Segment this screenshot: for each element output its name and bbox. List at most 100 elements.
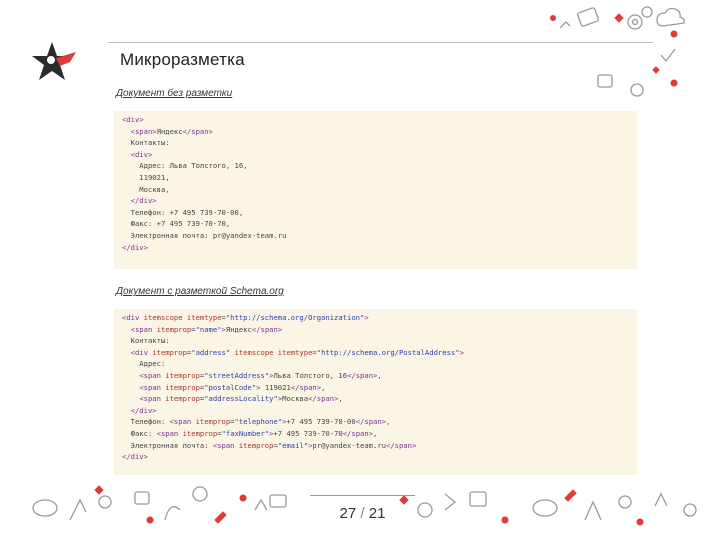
code-line: <span itemprop="name">Яндекс</span>	[122, 324, 637, 336]
code-token: itemprop	[156, 324, 192, 334]
code-token: Москва,	[122, 184, 170, 194]
code-token: </span>	[308, 394, 339, 404]
code-token: +7 495 739-70-70	[273, 428, 343, 438]
code-block-plain: <div> <span>Яндекс</span> Контакты: <div…	[114, 111, 637, 269]
code-token: "email"	[277, 440, 309, 450]
code-token: <span	[169, 417, 196, 427]
code-token: ,	[386, 417, 391, 427]
code-line: Адрес:	[122, 358, 637, 370]
code-token: </div>	[122, 452, 148, 462]
code-token: Телефон: +7 495 739-70-00,	[122, 207, 244, 217]
code-line: Москва,	[122, 184, 637, 196]
code-token: itemprop	[195, 417, 231, 427]
code-line: Электронная почта: pr@yandex-team.ru	[122, 230, 637, 242]
code-line: <div>	[122, 114, 637, 126]
code-token: <span	[139, 394, 166, 404]
code-token: <div>	[130, 149, 153, 159]
code-line: Контакты:	[122, 137, 637, 149]
code-token: <div>	[122, 115, 144, 124]
code-block-schema: <div itemscope itemtype="http://schema.o…	[114, 309, 637, 475]
code-token: </div>	[122, 242, 148, 252]
code-token: >	[459, 347, 464, 357]
code-token: Адрес:	[122, 359, 166, 369]
star-logo-icon	[32, 42, 76, 80]
code-token: <div	[130, 347, 153, 357]
code-token: <span	[130, 324, 157, 334]
code-token: ,	[321, 382, 326, 392]
decorative-doodles-top	[550, 6, 685, 97]
code-token: </span>	[347, 370, 378, 380]
code-token: "streetAddress"	[204, 370, 270, 380]
code-token: <span>	[130, 126, 157, 136]
code-token: ,	[377, 370, 382, 380]
code-line: Электронная почта: <span itemprop="email…	[122, 440, 637, 452]
section-label-schema: Документ с разметкой Schema.org	[116, 286, 284, 297]
page-title: Микроразметка	[120, 50, 245, 69]
code-token: Электронная почта:	[122, 440, 213, 450]
code-token: itemprop	[165, 394, 200, 404]
code-line: Телефон: +7 495 739-70-00,	[122, 207, 637, 219]
code-token: </span>	[182, 126, 213, 136]
code-token: "telephone"	[234, 417, 283, 427]
code-token: <span	[212, 440, 239, 450]
code-token: itemprop	[165, 370, 200, 380]
code-token: pr@yandex-team.ru	[312, 440, 386, 450]
code-token: itemscope itemtype	[143, 313, 222, 322]
code-token: itemprop	[238, 440, 274, 450]
code-token: <span	[139, 370, 166, 380]
code-token: <span	[139, 382, 166, 392]
code-token: "http://schema.org/PostalAddress"	[316, 347, 460, 357]
code-token: <span	[156, 428, 183, 438]
code-line: Контакты:	[122, 335, 637, 347]
code-line: </div>	[122, 405, 637, 417]
code-token: </span>	[386, 440, 417, 450]
page-counter: 27 / 21	[310, 505, 415, 522]
code-token: itemscope itemtype	[234, 347, 313, 357]
code-token: itemprop	[165, 382, 200, 392]
code-token: itemprop	[182, 428, 218, 438]
code-line: Адрес: Льва Толстого, 16,	[122, 160, 637, 172]
code-token: "addressLocality"	[204, 394, 278, 404]
code-line: <div itemscope itemtype="http://schema.o…	[122, 312, 637, 324]
code-token: Контакты:	[122, 336, 170, 346]
code-line: <div>	[122, 149, 637, 161]
code-line: <span itemprop="streetAddress">Льва Толс…	[122, 370, 637, 382]
code-token: Факс:	[122, 428, 157, 438]
code-token: ,	[338, 394, 343, 404]
code-line: <span>Яндекс</span>	[122, 126, 637, 138]
code-token: itemprop	[152, 347, 187, 357]
code-token: </div>	[130, 196, 157, 206]
code-token: Яндекс	[225, 324, 252, 334]
footer-divider	[310, 495, 415, 496]
code-token: "name"	[195, 324, 222, 334]
code-line: Факс: +7 495 739-70-70,	[122, 218, 637, 230]
code-token: </span>	[342, 428, 374, 438]
code-token: "http://schema.org/Organization"	[225, 313, 365, 322]
code-line: Телефон: <span itemprop="telephone">+7 4…	[122, 416, 637, 428]
code-token: 119021	[260, 382, 291, 392]
code-line: <div itemprop="address" itemscope itemty…	[122, 347, 637, 359]
section-label-plain: Документ без разметки	[116, 88, 233, 99]
code-token: Контакты:	[122, 138, 170, 148]
code-line: 119021,	[122, 172, 637, 184]
code-token: 119021,	[122, 172, 170, 182]
code-token: Москва	[282, 394, 309, 404]
code-token: Яндекс	[156, 126, 183, 136]
code-token: </span>	[251, 324, 283, 334]
code-token: Адрес: Льва Толстого, 16,	[122, 161, 248, 171]
code-line: <span itemprop="addressLocality">Москва<…	[122, 393, 637, 405]
code-token: </span>	[355, 417, 387, 427]
total-pages: 21	[368, 505, 386, 522]
code-token: "postalCode"	[204, 382, 257, 392]
code-token: Электронная почта: pr@yandex-team.ru	[122, 230, 287, 240]
code-line: </div>	[122, 451, 637, 463]
code-token: Факс: +7 495 739-70-70,	[122, 219, 231, 229]
code-token: </div>	[130, 405, 157, 415]
